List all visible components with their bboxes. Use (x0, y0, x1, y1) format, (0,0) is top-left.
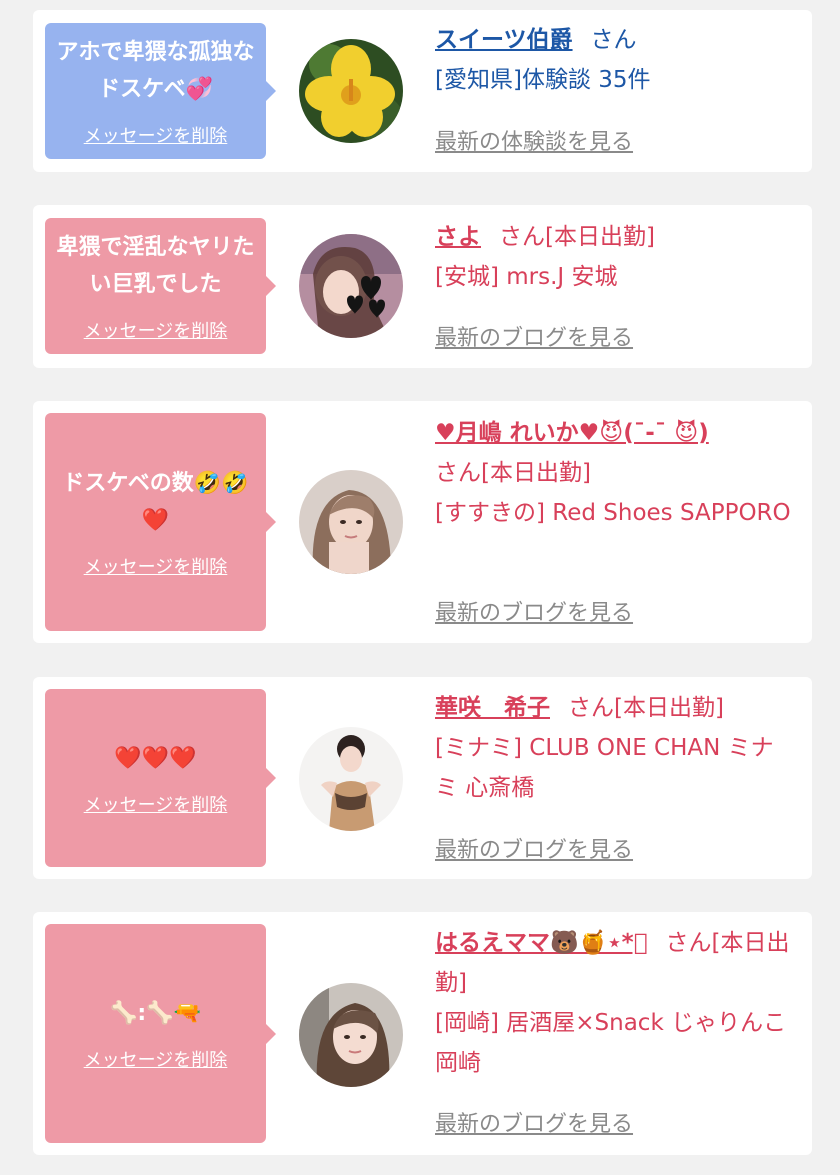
message-text: アホで卑猥な孤独なドスケベ💞 (56, 40, 255, 102)
woman-in-dress-photo (299, 727, 403, 831)
sender-shop: [ミナミ] CLUB ONE CHAN ミナミ 心斎橋 (435, 735, 774, 801)
sender-info: はるえママ🐻🍯⋆*ﾟ さん[本日出勤] [岡崎] 居酒屋×Snack じゃりんこ岡… (435, 923, 795, 1083)
message-bubble: ドスケベの数🤣🤣❤️ メッセージを削除 (45, 413, 276, 631)
avatar[interactable] (299, 983, 403, 1087)
woman-selfie-photo (299, 983, 403, 1087)
yellow-flower-photo (299, 39, 403, 143)
sender-shop: [愛知県]体験談 35件 (435, 67, 651, 93)
message-card: ドスケベの数🤣🤣❤️ メッセージを削除 ♥月嶋 れいか♥😈(¯-¯ 😈) さん[本… (33, 401, 812, 643)
woman-with-hearts-photo (299, 234, 403, 338)
woman-portrait-photo (299, 470, 403, 574)
delete-message-link[interactable]: メッセージを削除 (84, 553, 228, 579)
message-card: 🦴:🦴🔫 メッセージを削除 はるえママ🐻🍯⋆*ﾟ さん[本日出勤] [岡崎] 居酒… (33, 912, 812, 1155)
sender-info: ♥月嶋 れいか♥😈(¯-¯ 😈) さん[本日出勤] [すすきの] Red Shoe… (435, 413, 795, 533)
sender-name-link[interactable]: 華咲 希子 (435, 695, 550, 721)
sender-shop: [安城] mrs.J 安城 (435, 264, 618, 290)
delete-message-link[interactable]: メッセージを削除 (84, 122, 228, 148)
avatar[interactable] (299, 470, 403, 574)
sender-shop: [岡崎] 居酒屋×Snack じゃりんこ岡崎 (435, 1010, 787, 1076)
message-card: アホで卑猥な孤独なドスケベ💞 メッセージを削除 スイーツ伯爵 さん [愛知県]体… (33, 10, 812, 172)
sender-info: スイーツ伯爵 さん [愛知県]体験談 35件 (435, 20, 795, 100)
sender-name-link[interactable]: はるえママ🐻🍯⋆*ﾟ (435, 930, 648, 956)
message-card: ❤️❤️❤️ メッセージを削除 華咲 希子 さん[本日出勤] [ミナミ] CLUB… (33, 677, 812, 879)
message-text: 🦴:🦴🔫 (110, 1001, 201, 1026)
latest-blog-link[interactable]: 最新のブログを見る (435, 595, 633, 627)
sender-suffix: さん[本日出勤] (499, 224, 655, 250)
message-card: 卑猥で淫乱なヤリたい巨乳でした メッセージを削除 さよ さん[本日出勤] [安城]… (33, 205, 812, 368)
sender-suffix: さん (590, 27, 637, 53)
message-bubble: アホで卑猥な孤独なドスケベ💞 メッセージを削除 (45, 23, 276, 159)
sender-name-link[interactable]: ♥月嶋 れいか♥😈(¯-¯ 😈) (435, 420, 709, 446)
sender-suffix: さん[本日出勤] (435, 460, 591, 486)
latest-blog-link[interactable]: 最新のブログを見る (435, 1106, 633, 1138)
delete-message-link[interactable]: メッセージを削除 (84, 1046, 228, 1072)
sender-info: 華咲 希子 さん[本日出勤] [ミナミ] CLUB ONE CHAN ミナミ 心斎… (435, 688, 795, 808)
sender-name-link[interactable]: スイーツ伯爵 (435, 27, 573, 53)
delete-message-link[interactable]: メッセージを削除 (84, 791, 228, 817)
avatar[interactable] (299, 39, 403, 143)
avatar[interactable] (299, 727, 403, 831)
message-text: ❤️❤️❤️ (114, 745, 197, 771)
latest-blog-link[interactable]: 最新のブログを見る (435, 832, 633, 864)
message-text: 卑猥で淫乱なヤリたい巨乳でした (56, 235, 255, 297)
message-bubble: ❤️❤️❤️ メッセージを削除 (45, 689, 276, 867)
latest-review-link[interactable]: 最新の体験談を見る (435, 124, 633, 156)
message-bubble: 🦴:🦴🔫 メッセージを削除 (45, 924, 276, 1143)
avatar[interactable] (299, 234, 403, 338)
sender-suffix: さん[本日出勤] (568, 695, 724, 721)
sender-name-link[interactable]: さよ (435, 224, 481, 250)
latest-blog-link[interactable]: 最新のブログを見る (435, 320, 633, 352)
delete-message-link[interactable]: メッセージを削除 (84, 317, 228, 343)
message-bubble: 卑猥で淫乱なヤリたい巨乳でした メッセージを削除 (45, 218, 276, 354)
message-text: ドスケベの数🤣🤣❤️ (62, 471, 249, 533)
sender-info: さよ さん[本日出勤] [安城] mrs.J 安城 (435, 217, 795, 297)
sender-shop: [すすきの] Red Shoes SAPPORO (435, 500, 791, 526)
